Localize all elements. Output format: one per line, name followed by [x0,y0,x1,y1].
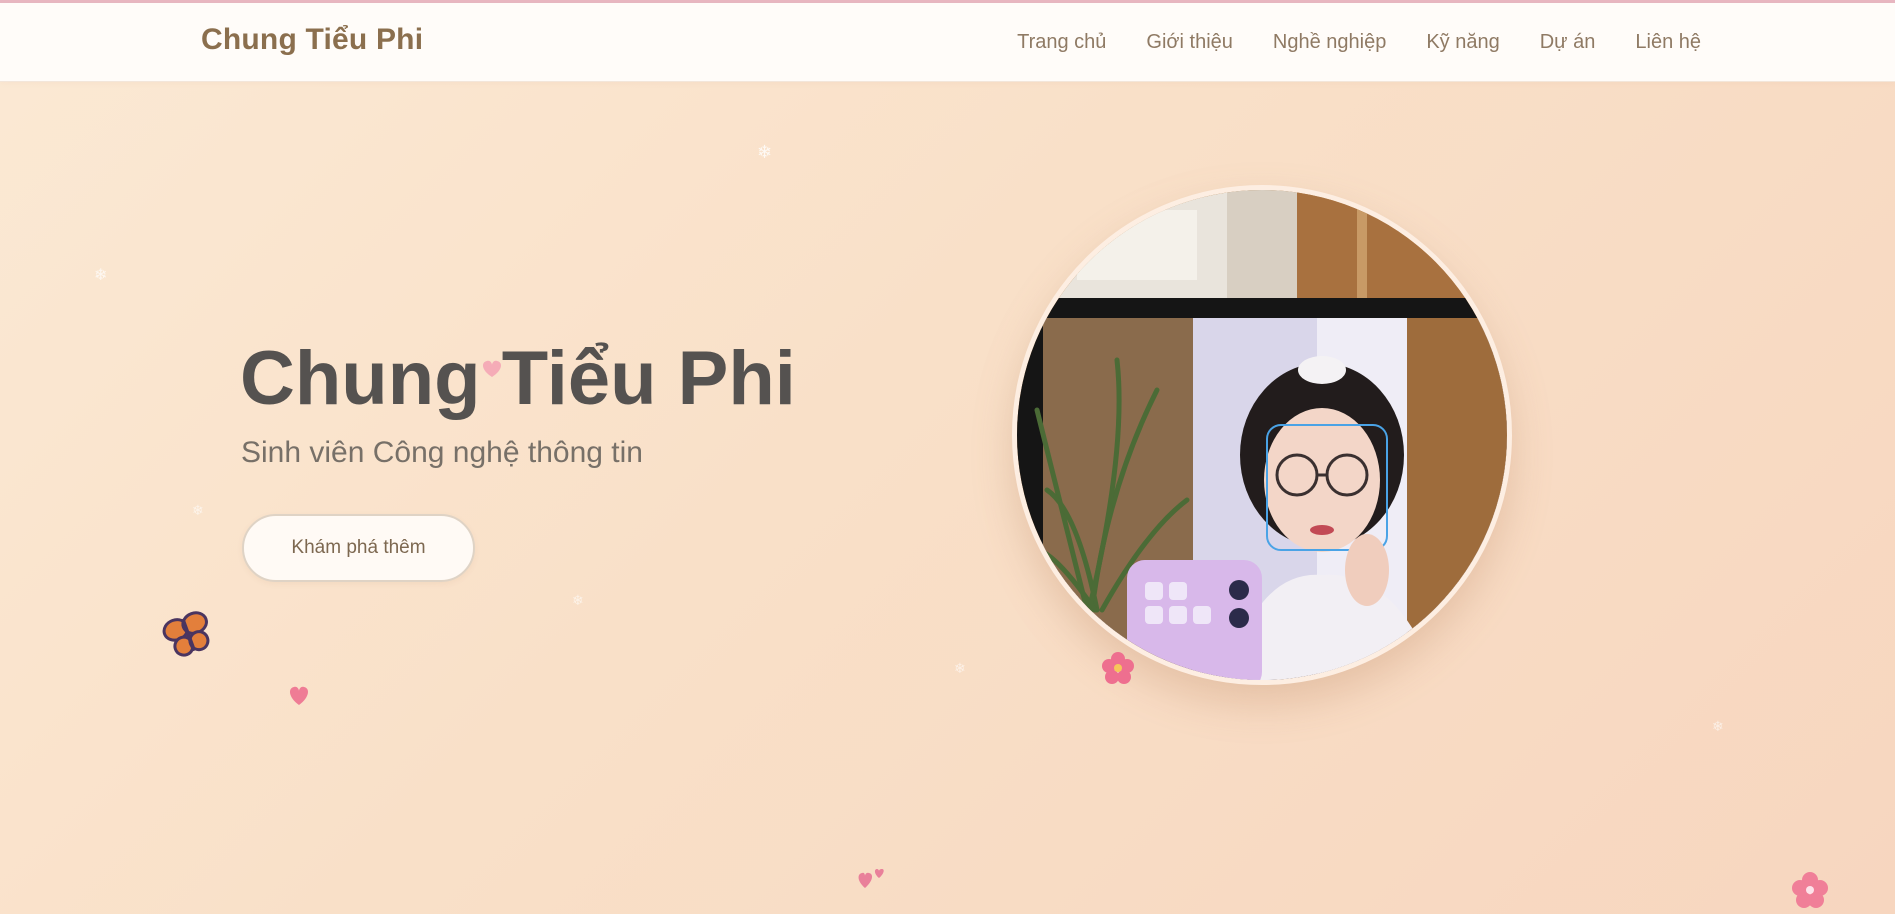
heart-icon [858,869,884,888]
nav-link-contact[interactable]: Liên hệ [1635,31,1701,54]
nav-link-about[interactable]: Giới thiệu [1146,31,1232,54]
heart-icon [482,360,502,377]
snowflake-icon: ❄ [757,142,773,162]
snowflake-icon: ❄ [954,660,966,676]
nav-link-home[interactable]: Trang chủ [1017,31,1106,54]
main-nav: Trang chủ Giới thiệu Nghề nghiệp Kỹ năng… [1017,31,1701,54]
profile-photo [1012,185,1512,685]
snowflake-icon: ❄ [192,502,204,518]
snowflake-icon: ❄ [572,592,584,608]
snowflake-icon: ❄ [1712,718,1724,734]
nav-link-skills[interactable]: Kỹ năng [1426,31,1499,54]
nav-link-projects[interactable]: Dự án [1540,31,1596,54]
explore-more-button[interactable]: Khám phá thêm [242,514,475,582]
flower-icon [1792,872,1828,908]
site-brand[interactable]: Chung Tiểu Phi [201,23,423,57]
butterfly-icon [162,611,210,657]
navbar: Chung Tiểu Phi Trang chủ Giới thiệu Nghề… [0,3,1895,82]
flower-icon [1102,652,1134,684]
hero-subtitle: Sinh viên Công nghệ thông tin [241,436,643,469]
hero-title: Chung Tiểu Phi [240,336,796,421]
heart-icon [289,686,309,705]
nav-link-career[interactable]: Nghề nghiệp [1273,31,1386,54]
snowflake-icon: ❄ [94,267,108,284]
